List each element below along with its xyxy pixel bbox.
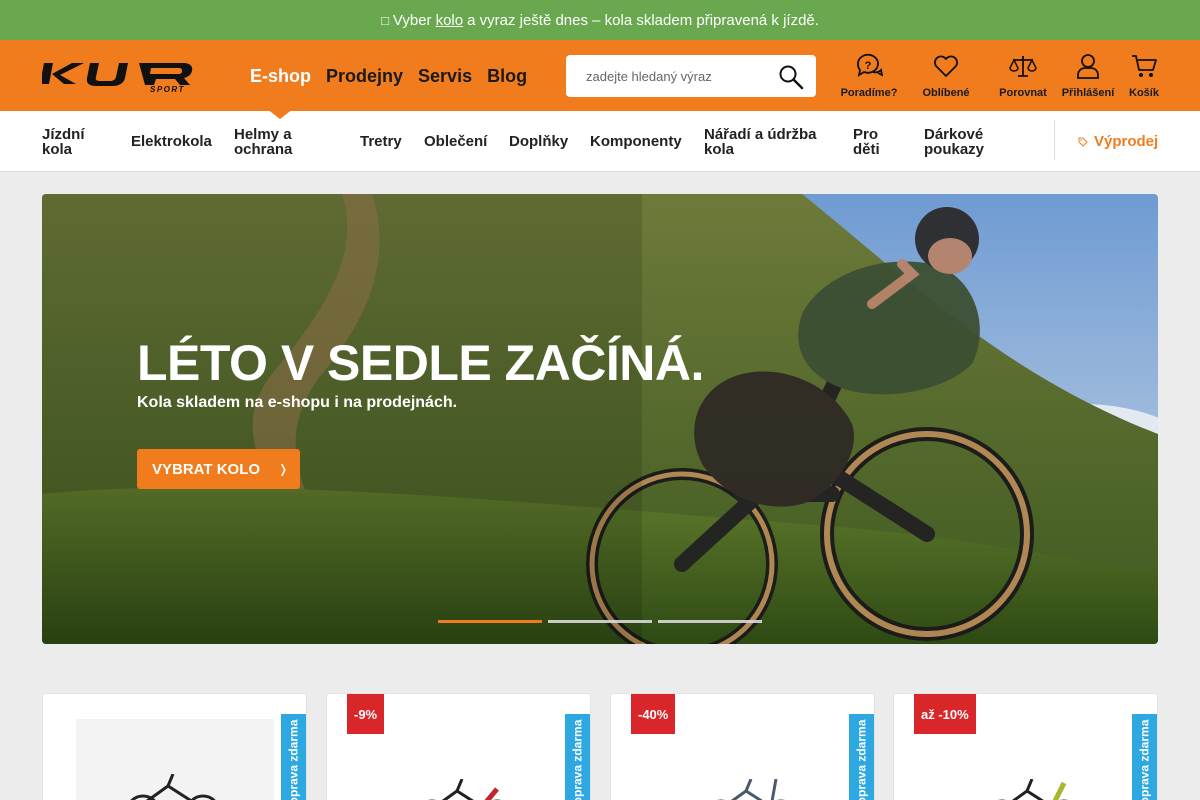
cat-naradi-a-udrzba[interactable]: Nářadí a údržba kola (704, 127, 824, 157)
free-shipping-ribbon: Doprava zdarma (849, 714, 874, 800)
sale-link[interactable]: Výprodej (1078, 133, 1158, 150)
discount-badge: až -10% (914, 694, 976, 734)
login-button[interactable]: Přihlášení (1054, 50, 1122, 106)
search-input[interactable] (566, 55, 766, 97)
hero-banner[interactable]: LÉTO V SEDLE ZAČÍNÁ. Kola skladem na e-s… (42, 194, 1158, 644)
user-icon (1077, 54, 1099, 79)
promo-link-kolo[interactable]: kolo (436, 12, 464, 29)
nav-blog[interactable]: Blog (487, 64, 527, 88)
search-icon[interactable] (778, 64, 804, 90)
favorites-label: Oblíbené (922, 87, 970, 99)
cat-komponenty[interactable]: Komponenty (590, 134, 682, 149)
cart-icon (1132, 55, 1157, 77)
hero-title: LÉTO V SEDLE ZAČÍNÁ. (137, 335, 704, 391)
free-shipping-ribbon: Doprava zdarma (281, 714, 306, 800)
compare-button-inner[interactable]: Porovnat (992, 50, 1054, 106)
cat-obleceni[interactable]: Oblečení (424, 134, 487, 149)
cat-helmy-a-ochrana[interactable]: Helmy a ochrana (234, 127, 314, 157)
promo-bar: □ Vyber kolo a vyraz ještě dnes – kola s… (0, 0, 1200, 40)
compare-label: Porovnat (999, 87, 1047, 99)
free-shipping-ribbon: Doprava zdarma (565, 714, 590, 800)
category-nav: Jízdní kola Elektrokola Helmy a ochrana … (0, 111, 1200, 172)
help-label: Poradíme? (840, 87, 898, 99)
header-actions: ? Poradíme? Oblíbené Porovnat Přihlášení… (838, 50, 1166, 106)
cat-doplnky[interactable]: Doplňky (509, 134, 568, 149)
search-box (566, 55, 816, 97)
slider-dot-2[interactable] (548, 620, 652, 623)
login-label: Přihlášení (1061, 87, 1115, 99)
bike-icon: □ (381, 12, 389, 28)
cat-tretry[interactable]: Tretry (360, 134, 402, 149)
scales-icon (1009, 56, 1037, 77)
product-card[interactable]: Doprava zdarma (42, 693, 307, 800)
nav-prodejny[interactable]: Prodejny (326, 64, 403, 88)
cart-button[interactable]: Košík (1122, 50, 1166, 106)
cat-jizdni-kola[interactable]: Jízdní kola (42, 127, 102, 157)
active-nav-indicator (267, 109, 293, 119)
promo-text-before: Vyber (392, 11, 432, 29)
svg-text:?: ? (865, 60, 872, 72)
slider-dot-1[interactable] (438, 620, 542, 623)
bike-image (716, 779, 786, 800)
svg-text:SPORT: SPORT (150, 85, 185, 93)
kur-sport-logo[interactable]: SPORT (42, 59, 202, 93)
site-header: SPORT E-shop Prodejny Servis Blog ? Pora… (0, 40, 1200, 119)
bike-image (997, 779, 1069, 800)
promo-text-after: a vyraz ještě dnes – kola skladem připra… (467, 11, 819, 29)
choose-bike-button[interactable]: VYBRAT KOLO ❭ (137, 449, 300, 489)
nav-eshop[interactable]: E-shop (250, 64, 311, 88)
tag-icon (1078, 137, 1088, 147)
cat-darkove-poukazy[interactable]: Dárkové poukazy (924, 127, 1004, 157)
sale-label: Výprodej (1094, 133, 1159, 150)
discount-badge: -40% (631, 694, 676, 734)
bike-image (130, 774, 216, 800)
discount-badge: -9% (347, 694, 385, 734)
cat-elektrokola[interactable]: Elektrokola (131, 134, 212, 149)
free-shipping-ribbon: Doprava zdarma (1132, 714, 1157, 800)
cart-label: Košík (1129, 87, 1159, 99)
chevron-right-icon: ❭ (278, 462, 289, 476)
main-nav: E-shop Prodejny Servis Blog (250, 64, 527, 88)
product-card[interactable]: až -10% Doprava zdarma (893, 693, 1158, 800)
product-card[interactable]: -40% Doprava zdarma (610, 693, 875, 800)
help-button[interactable]: ? Poradíme? (838, 50, 900, 106)
bike-image (427, 779, 502, 800)
hero-subtitle: Kola skladem na e-shopu i na prodejnách. (137, 394, 458, 411)
nav-divider (1054, 120, 1055, 160)
nav-servis[interactable]: Servis (418, 64, 472, 88)
choose-bike-label: VYBRAT KOLO (152, 460, 261, 478)
slider-dot-3[interactable] (658, 620, 762, 623)
slider-pagination (438, 620, 762, 623)
product-card[interactable]: -9% Doprava zdarma (326, 693, 591, 800)
hero-background-image (42, 194, 1158, 644)
heart-icon (934, 55, 958, 77)
help-chat-icon: ? (857, 53, 883, 77)
cat-pro-deti[interactable]: Pro děti (853, 127, 893, 157)
favorites-button[interactable]: Oblíbené (900, 50, 992, 106)
